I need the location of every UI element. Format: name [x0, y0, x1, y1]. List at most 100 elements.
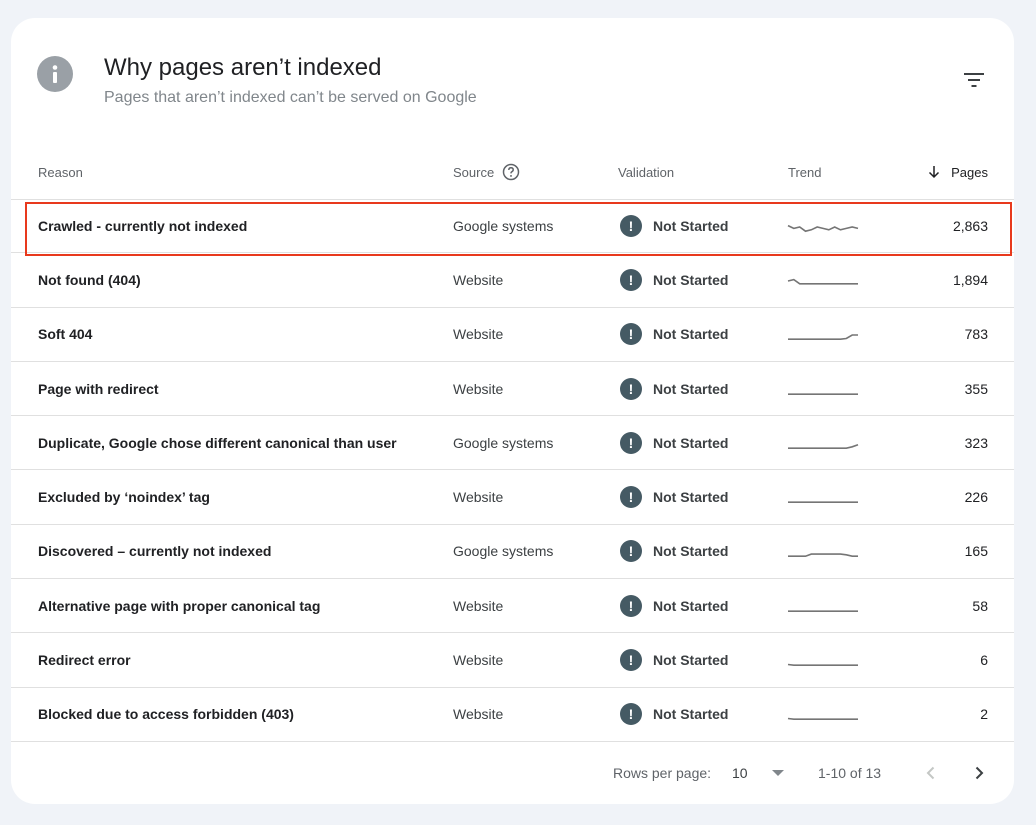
- trend-cell: [787, 470, 859, 523]
- reason-cell: Excluded by ‘noindex’ tag: [38, 489, 210, 506]
- validation-cell: ! Not Started: [620, 416, 728, 469]
- source-cell: Google systems: [453, 434, 554, 451]
- trend-line: [787, 225, 859, 233]
- table-row[interactable]: Soft 404 Website ! Not Started 783: [11, 308, 1014, 362]
- validation-cell: ! Not Started: [620, 362, 728, 415]
- warning-icon: !: [620, 649, 642, 672]
- trend-line: [787, 278, 858, 285]
- page-subtitle: Pages that aren’t indexed can’t be serve…: [104, 89, 477, 106]
- table-header: Reason Source Validation Trend Pages: [11, 148, 1014, 196]
- chevron-right-icon: [975, 766, 984, 780]
- trend-line: [787, 663, 858, 667]
- trend-cell: [787, 525, 859, 578]
- reason-cell: Not found (404): [38, 271, 141, 288]
- validation-status: Not Started: [653, 706, 729, 723]
- help-icon[interactable]: [502, 163, 520, 181]
- table-row[interactable]: Duplicate, Google chose different canoni…: [11, 416, 1014, 471]
- trend-cell: [787, 362, 859, 415]
- pages-cell: 323: [964, 434, 988, 451]
- validation-cell: ! Not Started: [620, 688, 728, 741]
- pages-cell: 2: [980, 706, 988, 723]
- validation-cell: ! Not Started: [620, 579, 728, 632]
- validation-status: Not Started: [653, 326, 729, 343]
- table-row[interactable]: Discovered – currently not indexed Googl…: [11, 525, 1014, 580]
- trend-cell: [787, 633, 859, 686]
- warning-icon: !: [620, 540, 642, 563]
- reason-cell: Page with redirect: [38, 380, 159, 397]
- validation-status: Not Started: [653, 271, 729, 288]
- table-row[interactable]: Not found (404) Website ! Not Started 1,…: [11, 253, 1014, 308]
- warning-icon: !: [620, 703, 642, 726]
- validation-status: Not Started: [653, 489, 729, 506]
- reason-cell: Blocked due to access forbidden (403): [38, 706, 294, 723]
- trend-cell: [787, 579, 859, 632]
- trend-sparkline: [788, 443, 859, 449]
- warning-icon: !: [620, 377, 642, 400]
- rows-per-page-select[interactable]: 10: [732, 743, 784, 803]
- source-cell: Website: [453, 652, 504, 669]
- trend-cell: [787, 308, 859, 361]
- page-title: Why pages aren’t indexed: [104, 54, 382, 81]
- trend-sparkline: [787, 278, 858, 285]
- reason-cell: Discovered – currently not indexed: [38, 543, 272, 560]
- warning-icon: !: [620, 215, 642, 238]
- table-body: Crawled - currently not indexed Google s…: [11, 199, 1014, 742]
- info-icon: [37, 56, 73, 92]
- source-cell: Website: [453, 326, 504, 343]
- source-cell: Google systems: [453, 218, 554, 235]
- reason-cell: Redirect error: [38, 652, 131, 669]
- table-row[interactable]: Excluded by ‘noindex’ tag Website ! Not …: [11, 470, 1014, 525]
- source-cell: Website: [453, 271, 504, 288]
- table-row[interactable]: Page with redirect Website ! Not Started…: [11, 362, 1014, 417]
- trend-sparkline: [787, 225, 859, 233]
- reason-cell: Crawled - currently not indexed: [38, 218, 248, 235]
- previous-page-button[interactable]: [923, 743, 939, 803]
- table-row[interactable]: Alternative page with proper canonical t…: [11, 579, 1014, 634]
- validation-cell: ! Not Started: [620, 633, 728, 686]
- pages-cell: 783: [964, 326, 988, 343]
- column-header-validation[interactable]: Validation: [618, 148, 674, 196]
- validation-cell: ! Not Started: [620, 470, 728, 523]
- reason-cell: Soft 404: [38, 326, 93, 343]
- trend-sparkline: [788, 392, 858, 395]
- source-cell: Website: [453, 489, 504, 506]
- source-cell: Google systems: [453, 543, 554, 560]
- indexing-report-card: Why pages aren’t indexed Pages that aren…: [11, 18, 1014, 804]
- trend-sparkline: [788, 501, 858, 504]
- source-cell: Website: [453, 380, 504, 397]
- pages-cell: 1,894: [952, 271, 988, 288]
- column-header-trend[interactable]: Trend: [788, 148, 821, 196]
- trend-line: [788, 553, 858, 558]
- table-row[interactable]: Redirect error Website ! Not Started 6: [11, 633, 1014, 688]
- warning-icon: !: [620, 594, 642, 617]
- column-header-pages[interactable]: Pages: [927, 148, 988, 196]
- table-row[interactable]: Crawled - currently not indexed Google s…: [11, 199, 1014, 257]
- validation-status: Not Started: [653, 434, 729, 451]
- trend-line: [788, 443, 859, 449]
- trend-sparkline: [788, 334, 858, 341]
- trend-cell: [787, 688, 859, 741]
- warning-icon: !: [620, 486, 642, 509]
- column-header-source[interactable]: Source: [453, 148, 520, 196]
- source-cell: Website: [453, 597, 504, 614]
- caret-down-icon: [771, 770, 784, 776]
- filter-icon[interactable]: [962, 68, 986, 92]
- validation-cell: ! Not Started: [620, 200, 728, 252]
- chevron-left-icon: [926, 766, 935, 780]
- trend-cell: [787, 416, 859, 469]
- trend-line: [787, 718, 858, 721]
- column-header-reason[interactable]: Reason: [38, 148, 83, 196]
- arrow-down-icon: [927, 165, 941, 179]
- validation-cell: ! Not Started: [620, 525, 728, 578]
- source-cell: Website: [453, 706, 504, 723]
- table-row[interactable]: Blocked due to access forbidden (403) We…: [11, 688, 1014, 742]
- trend-sparkline: [787, 663, 858, 667]
- pages-cell: 58: [972, 597, 988, 614]
- reason-cell: Alternative page with proper canonical t…: [38, 597, 321, 614]
- pages-cell: 2,863: [952, 218, 988, 235]
- next-page-button[interactable]: [971, 743, 987, 803]
- pages-cell: 226: [964, 489, 988, 506]
- validation-status: Not Started: [653, 597, 729, 614]
- trend-sparkline: [788, 610, 858, 612]
- rows-per-page-label: Rows per page:: [613, 765, 712, 781]
